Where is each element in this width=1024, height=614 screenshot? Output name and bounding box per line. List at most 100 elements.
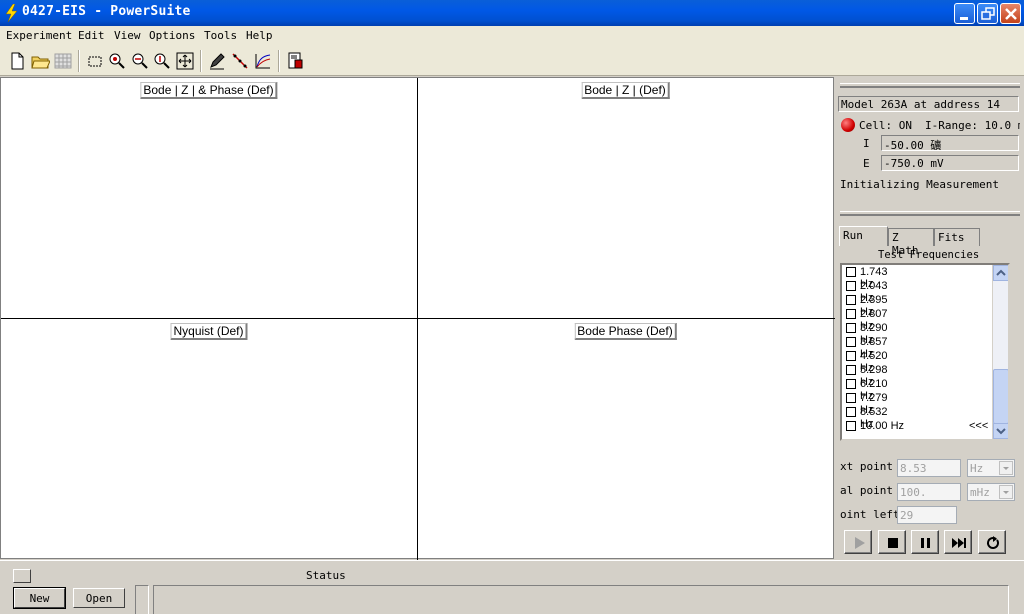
pause-button[interactable] — [911, 530, 939, 554]
menu-experiment[interactable]: Experiment — [6, 29, 72, 42]
title-bar: 0427-EIS - PowerSuite — [0, 0, 1024, 26]
list-item[interactable]: 10.00 Hz <<< — [846, 420, 991, 434]
menu-help[interactable]: Help — [246, 29, 273, 42]
grid-button[interactable] — [52, 50, 74, 72]
model-field: Model 263A at address 14 — [838, 96, 1019, 112]
toolbar-separator — [78, 50, 80, 72]
checkbox[interactable] — [846, 393, 856, 403]
points-left-label: oint left — [840, 508, 900, 521]
checkbox[interactable] — [846, 281, 856, 291]
pen-icon — [210, 53, 225, 70]
panel-grip[interactable] — [840, 83, 1020, 88]
graph-divider-horizontal — [1, 318, 835, 319]
zoom-x-button[interactable] — [129, 50, 151, 72]
graph-title-bode-z[interactable]: Bode | Z | (Def) — [581, 82, 670, 99]
graph-bode-z[interactable]: Bode | Z | (Def) — [418, 78, 833, 318]
chevron-down-icon — [1003, 467, 1009, 470]
open-folder-icon — [31, 56, 50, 69]
select-rect-button[interactable] — [84, 50, 106, 72]
interval-unit-select[interactable]: mHz — [967, 483, 1015, 501]
menu-options[interactable]: Options — [149, 29, 195, 42]
repeat-icon — [987, 536, 999, 549]
tab-z-math[interactable]: Z Math — [888, 228, 934, 257]
status-label: Status — [306, 569, 346, 582]
chevron-down-icon — [996, 428, 1006, 435]
new-file-button[interactable] — [6, 50, 28, 72]
list-scrollbar[interactable] — [992, 265, 1008, 439]
graph-nyquist[interactable]: Nyquist (Def) — [1, 319, 417, 558]
test-frequencies-header: Test Frequencies — [878, 249, 980, 261]
menu-tools[interactable]: Tools — [204, 29, 237, 42]
close-button[interactable] — [1000, 3, 1021, 24]
fit-all-button[interactable] — [174, 50, 196, 72]
open-button[interactable]: Open — [73, 588, 125, 608]
restore-button[interactable] — [977, 3, 998, 24]
curves-icon — [255, 54, 271, 69]
instrument-panel: Model 263A at address 14 Cell: ON I-Rang… — [836, 77, 1024, 559]
restore-icon — [981, 7, 995, 20]
scroll-thumb[interactable] — [993, 369, 1008, 424]
test-frequencies-list[interactable]: 1.743 Hz 2.043 Hz 2.395 Hz 2.807 Hz 3.29… — [840, 263, 1010, 441]
potential-label: E — [863, 157, 870, 170]
zoom-y-button[interactable] — [151, 50, 173, 72]
toolbar-separator — [278, 50, 280, 72]
chevron-down-icon — [1003, 491, 1009, 494]
scroll-down-button[interactable] — [993, 423, 1008, 439]
graph-title-bode-phase[interactable]: Bode Phase (Def) — [574, 323, 677, 340]
graph-area: Bode | Z | & Phase (Def) Bode | Z | (Def… — [0, 77, 835, 560]
checkbox[interactable] — [846, 379, 856, 389]
minimize-button[interactable] — [954, 3, 975, 24]
checkbox[interactable] — [846, 351, 856, 361]
checkbox[interactable] — [846, 365, 856, 375]
repeat-button[interactable] — [978, 530, 1006, 554]
checkbox[interactable] — [846, 337, 856, 347]
new-button[interactable]: New — [13, 587, 66, 609]
checkbox[interactable] — [846, 295, 856, 305]
i-range-label: I-Range: 10.0 mA — [925, 119, 1020, 132]
menu-edit[interactable]: Edit — [78, 29, 105, 42]
checkbox[interactable] — [846, 267, 856, 277]
next-point-unit-select[interactable]: Hz — [967, 459, 1015, 477]
status-indicator — [135, 585, 149, 614]
tab-run[interactable]: Run — [839, 226, 888, 246]
checkbox[interactable] — [846, 407, 856, 417]
stop-button[interactable] — [878, 530, 906, 554]
points-left-field: 29 — [897, 506, 957, 524]
zoom-in-button[interactable] — [106, 50, 128, 72]
checkbox[interactable] — [846, 421, 856, 431]
tab-run-label: Run — [843, 229, 863, 242]
curves-button[interactable] — [252, 50, 274, 72]
current-frequency-marker: <<< — [969, 420, 989, 432]
status-toggle-button[interactable] — [13, 569, 31, 583]
line-button[interactable] — [229, 50, 251, 72]
graph-divider-vertical — [417, 78, 418, 560]
graph-title-bode-z-phase[interactable]: Bode | Z | & Phase (Def) — [140, 82, 278, 99]
zoom-x-icon — [132, 53, 148, 69]
cell-status-led — [841, 118, 855, 132]
tab-fits[interactable]: Fits — [934, 228, 980, 246]
tab-fits-label: Fits — [938, 231, 965, 244]
skip-button[interactable] — [944, 530, 972, 554]
chevron-up-icon — [996, 269, 1006, 276]
graph-bode-phase[interactable]: Bode Phase (Def) — [418, 319, 833, 558]
stop-icon — [888, 538, 898, 548]
menu-view[interactable]: View — [114, 29, 141, 42]
report-button[interactable] — [284, 50, 306, 72]
graph-bode-z-phase[interactable]: Bode | Z | & Phase (Def) — [1, 78, 417, 318]
interval-input[interactable]: 100. — [897, 483, 961, 501]
scroll-up-button[interactable] — [993, 265, 1008, 281]
menu-bar: Experiment Edit View Options Tools Help — [0, 26, 1024, 46]
panel-grip[interactable] — [840, 211, 1020, 216]
zoom-y-icon — [154, 53, 170, 69]
checkbox[interactable] — [846, 309, 856, 319]
next-point-input[interactable]: 8.53 — [897, 459, 961, 477]
pen-button[interactable] — [206, 50, 228, 72]
dropdown-arrow[interactable] — [999, 485, 1013, 499]
graph-title-nyquist[interactable]: Nyquist (Def) — [170, 323, 248, 340]
checkbox[interactable] — [846, 323, 856, 333]
status-area: Status New Open — [0, 560, 1024, 614]
run-button[interactable] — [844, 530, 872, 554]
dropdown-arrow[interactable] — [999, 461, 1013, 475]
open-folder-button[interactable] — [29, 50, 51, 72]
next-point-label: xt point — [840, 460, 893, 473]
